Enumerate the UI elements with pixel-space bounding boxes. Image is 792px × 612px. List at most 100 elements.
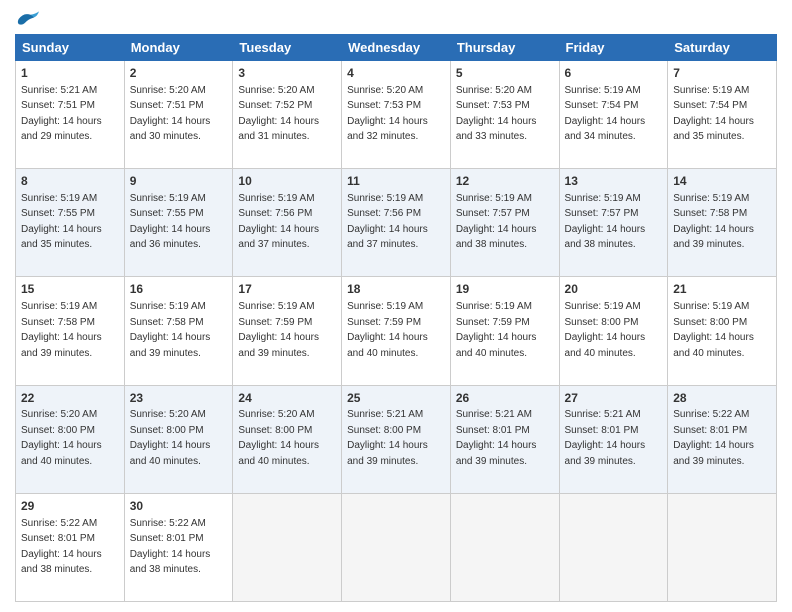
- cell-info: Sunrise: 5:20 AM Sunset: 7:51 PM Dayligh…: [130, 85, 211, 143]
- day-number: 7: [673, 65, 771, 82]
- calendar-week-row: 22 Sunrise: 5:20 AM Sunset: 8:00 PM Dayli…: [16, 385, 777, 493]
- calendar-cell: 23 Sunrise: 5:20 AM Sunset: 8:00 PM Dayli…: [124, 385, 233, 493]
- calendar-cell: [668, 493, 777, 601]
- day-number: 1: [21, 65, 119, 82]
- logo-bird-icon: [17, 10, 39, 28]
- calendar-cell: 24Sunrise: 5:20 AM Sunset: 8:00 PM Dayli…: [233, 385, 342, 493]
- calendar-cell: 20Sunrise: 5:19 AM Sunset: 8:00 PM Dayli…: [559, 277, 668, 385]
- logo: [15, 10, 39, 28]
- cell-info: Sunrise: 5:19 AM Sunset: 7:59 PM Dayligh…: [238, 301, 319, 359]
- day-number: 4: [347, 65, 445, 82]
- calendar-cell: 30 Sunrise: 5:22 AM Sunset: 8:01 PM Dayli…: [124, 493, 233, 601]
- cell-info: Sunrise: 5:19 AM Sunset: 7:59 PM Dayligh…: [456, 301, 537, 359]
- cell-info: Sunrise: 5:20 AM Sunset: 7:52 PM Dayligh…: [238, 85, 319, 143]
- calendar-cell: 1 Sunrise: 5:21 AM Sunset: 7:51 PM Daylig…: [16, 61, 125, 169]
- cell-info: Sunrise: 5:22 AM Sunset: 8:01 PM Dayligh…: [673, 409, 754, 467]
- calendar-cell: 5 Sunrise: 5:20 AM Sunset: 7:53 PM Daylig…: [450, 61, 559, 169]
- calendar-cell: [233, 493, 342, 601]
- day-number: 14: [673, 173, 771, 190]
- calendar-cell: [559, 493, 668, 601]
- day-number: 5: [456, 65, 554, 82]
- day-header-monday: Monday: [124, 35, 233, 61]
- calendar-cell: 13Sunrise: 5:19 AM Sunset: 7:57 PM Dayli…: [559, 169, 668, 277]
- calendar-cell: 18 Sunrise: 5:19 AM Sunset: 7:59 PM Dayli…: [342, 277, 451, 385]
- calendar-week-row: 15 Sunrise: 5:19 AM Sunset: 7:58 PM Dayli…: [16, 277, 777, 385]
- calendar-cell: 8 Sunrise: 5:19 AM Sunset: 7:55 PM Daylig…: [16, 169, 125, 277]
- cell-info: Sunrise: 5:22 AM Sunset: 8:01 PM Dayligh…: [130, 518, 211, 576]
- cell-info: Sunrise: 5:20 AM Sunset: 7:53 PM Dayligh…: [347, 85, 428, 143]
- cell-info: Sunrise: 5:19 AM Sunset: 7:58 PM Dayligh…: [21, 301, 102, 359]
- calendar-cell: [450, 493, 559, 601]
- cell-info: Sunrise: 5:19 AM Sunset: 7:56 PM Dayligh…: [238, 193, 319, 251]
- day-number: 26: [456, 390, 554, 407]
- calendar-cell: 19 Sunrise: 5:19 AM Sunset: 7:59 PM Dayli…: [450, 277, 559, 385]
- day-header-tuesday: Tuesday: [233, 35, 342, 61]
- day-number: 17: [238, 281, 336, 298]
- cell-info: Sunrise: 5:21 AM Sunset: 8:00 PM Dayligh…: [347, 409, 428, 467]
- day-number: 27: [565, 390, 663, 407]
- calendar-cell: 16 Sunrise: 5:19 AM Sunset: 7:58 PM Dayli…: [124, 277, 233, 385]
- cell-info: Sunrise: 5:19 AM Sunset: 7:55 PM Dayligh…: [21, 193, 102, 251]
- cell-info: Sunrise: 5:20 AM Sunset: 8:00 PM Dayligh…: [130, 409, 211, 467]
- calendar-cell: 15 Sunrise: 5:19 AM Sunset: 7:58 PM Dayli…: [16, 277, 125, 385]
- day-number: 25: [347, 390, 445, 407]
- calendar-cell: 29 Sunrise: 5:22 AM Sunset: 8:01 PM Dayli…: [16, 493, 125, 601]
- calendar-cell: 12 Sunrise: 5:19 AM Sunset: 7:57 PM Dayli…: [450, 169, 559, 277]
- day-number: 12: [456, 173, 554, 190]
- day-number: 3: [238, 65, 336, 82]
- day-number: 6: [565, 65, 663, 82]
- cell-info: Sunrise: 5:19 AM Sunset: 7:57 PM Dayligh…: [565, 193, 646, 251]
- day-number: 11: [347, 173, 445, 190]
- cell-info: Sunrise: 5:19 AM Sunset: 7:54 PM Dayligh…: [565, 85, 646, 143]
- day-number: 15: [21, 281, 119, 298]
- day-number: 8: [21, 173, 119, 190]
- day-number: 28: [673, 390, 771, 407]
- calendar-cell: 25 Sunrise: 5:21 AM Sunset: 8:00 PM Dayli…: [342, 385, 451, 493]
- cell-info: Sunrise: 5:19 AM Sunset: 7:54 PM Dayligh…: [673, 85, 754, 143]
- calendar-cell: 27Sunrise: 5:21 AM Sunset: 8:01 PM Dayli…: [559, 385, 668, 493]
- calendar-cell: 21Sunrise: 5:19 AM Sunset: 8:00 PM Dayli…: [668, 277, 777, 385]
- calendar-cell: 22 Sunrise: 5:20 AM Sunset: 8:00 PM Dayli…: [16, 385, 125, 493]
- day-number: 24: [238, 390, 336, 407]
- day-number: 9: [130, 173, 228, 190]
- cell-info: Sunrise: 5:20 AM Sunset: 8:00 PM Dayligh…: [21, 409, 102, 467]
- cell-info: Sunrise: 5:20 AM Sunset: 7:53 PM Dayligh…: [456, 85, 537, 143]
- day-number: 18: [347, 281, 445, 298]
- cell-info: Sunrise: 5:19 AM Sunset: 7:57 PM Dayligh…: [456, 193, 537, 251]
- calendar: SundayMondayTuesdayWednesdayThursdayFrid…: [15, 34, 777, 602]
- calendar-cell: 2 Sunrise: 5:20 AM Sunset: 7:51 PM Daylig…: [124, 61, 233, 169]
- calendar-cell: 28 Sunrise: 5:22 AM Sunset: 8:01 PM Dayli…: [668, 385, 777, 493]
- calendar-week-row: 1 Sunrise: 5:21 AM Sunset: 7:51 PM Daylig…: [16, 61, 777, 169]
- calendar-cell: 4 Sunrise: 5:20 AM Sunset: 7:53 PM Daylig…: [342, 61, 451, 169]
- day-number: 16: [130, 281, 228, 298]
- day-number: 2: [130, 65, 228, 82]
- cell-info: Sunrise: 5:19 AM Sunset: 7:59 PM Dayligh…: [347, 301, 428, 359]
- day-header-saturday: Saturday: [668, 35, 777, 61]
- cell-info: Sunrise: 5:21 AM Sunset: 8:01 PM Dayligh…: [456, 409, 537, 467]
- page: SundayMondayTuesdayWednesdayThursdayFrid…: [0, 0, 792, 612]
- day-number: 21: [673, 281, 771, 298]
- day-number: 30: [130, 498, 228, 515]
- day-header-sunday: Sunday: [16, 35, 125, 61]
- cell-info: Sunrise: 5:22 AM Sunset: 8:01 PM Dayligh…: [21, 518, 102, 576]
- calendar-cell: 7 Sunrise: 5:19 AM Sunset: 7:54 PM Daylig…: [668, 61, 777, 169]
- cell-info: Sunrise: 5:19 AM Sunset: 7:56 PM Dayligh…: [347, 193, 428, 251]
- cell-info: Sunrise: 5:19 AM Sunset: 7:58 PM Dayligh…: [130, 301, 211, 359]
- day-header-friday: Friday: [559, 35, 668, 61]
- day-number: 10: [238, 173, 336, 190]
- day-number: 19: [456, 281, 554, 298]
- day-number: 20: [565, 281, 663, 298]
- calendar-week-row: 29 Sunrise: 5:22 AM Sunset: 8:01 PM Dayli…: [16, 493, 777, 601]
- day-number: 23: [130, 390, 228, 407]
- calendar-cell: [342, 493, 451, 601]
- calendar-header-row: SundayMondayTuesdayWednesdayThursdayFrid…: [16, 35, 777, 61]
- day-number: 29: [21, 498, 119, 515]
- calendar-cell: 11 Sunrise: 5:19 AM Sunset: 7:56 PM Dayli…: [342, 169, 451, 277]
- calendar-week-row: 8 Sunrise: 5:19 AM Sunset: 7:55 PM Daylig…: [16, 169, 777, 277]
- calendar-cell: 3 Sunrise: 5:20 AM Sunset: 7:52 PM Daylig…: [233, 61, 342, 169]
- day-header-thursday: Thursday: [450, 35, 559, 61]
- cell-info: Sunrise: 5:21 AM Sunset: 7:51 PM Dayligh…: [21, 85, 102, 143]
- cell-info: Sunrise: 5:19 AM Sunset: 7:55 PM Dayligh…: [130, 193, 211, 251]
- day-number: 22: [21, 390, 119, 407]
- calendar-cell: 10 Sunrise: 5:19 AM Sunset: 7:56 PM Dayli…: [233, 169, 342, 277]
